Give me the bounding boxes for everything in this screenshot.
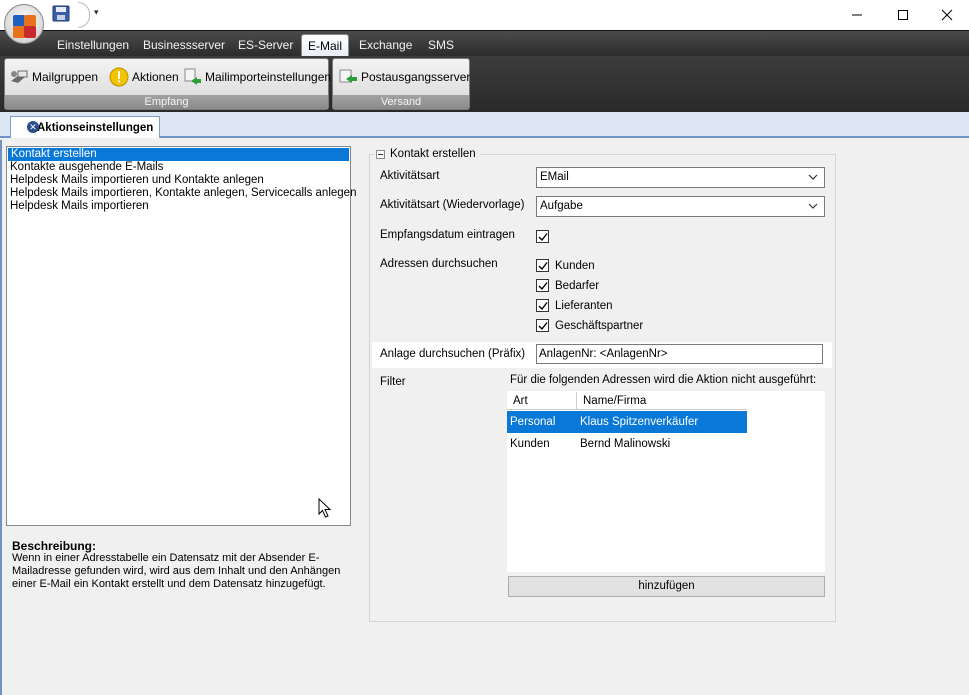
checkmark-icon bbox=[538, 262, 548, 271]
followup-type-value: Aufgabe bbox=[540, 200, 583, 212]
list-item[interactable]: Helpdesk Mails importieren, Kontakte anl… bbox=[7, 187, 356, 200]
receive-date-label: Empfangsdatum eintragen bbox=[380, 229, 515, 241]
geschaeftspartner-label: Geschäftspartner bbox=[555, 320, 644, 332]
table-row[interactable]: Personal Klaus Spitzenverkäufer bbox=[507, 411, 747, 433]
tab-sms[interactable]: SMS bbox=[422, 34, 460, 56]
cell-art: Personal bbox=[510, 416, 556, 428]
outgoing-server-icon bbox=[339, 69, 357, 83]
mailgruppen-label: Mailgruppen bbox=[32, 70, 99, 84]
filter-hint: Für die folgenden Adressen wird die Akti… bbox=[510, 374, 817, 386]
ribbon-group-label-versand: Versand bbox=[333, 95, 469, 109]
description-text: Wenn in einer Adresstabelle ein Datensat… bbox=[12, 552, 341, 590]
close-tab-icon[interactable]: ✕ bbox=[27, 121, 39, 133]
ribbon-group-versand: Postausgangsserver Versand bbox=[332, 58, 470, 110]
activity-type-select[interactable]: EMail bbox=[536, 167, 825, 188]
action-list[interactable]: Kontakt erstellen Kontakte ausgehende E-… bbox=[6, 146, 356, 526]
ribbon-group-empfang: Mailgruppen Aktionen Mailimporteinstellu… bbox=[4, 58, 331, 110]
mailimporteinstellungen-button[interactable]: Mailimporteinstellungen bbox=[182, 65, 331, 89]
lieferanten-label: Lieferanten bbox=[555, 300, 613, 312]
mouse-cursor-icon bbox=[318, 498, 332, 518]
tab-businessserver[interactable]: Businessserver bbox=[137, 34, 231, 56]
column-header-art[interactable]: Art bbox=[507, 392, 577, 410]
list-item[interactable]: Helpdesk Mails importieren und Kontakte … bbox=[7, 174, 350, 187]
maximize-icon bbox=[898, 10, 908, 20]
menu-bar: Einstellungen Businessserver ES-Server E… bbox=[0, 30, 969, 58]
kunden-checkbox[interactable] bbox=[536, 259, 549, 272]
maximize-button[interactable] bbox=[880, 0, 926, 30]
activity-type-value: EMail bbox=[540, 171, 569, 183]
mailimporteinstellungen-label: Mailimporteinstellungen bbox=[205, 70, 332, 84]
list-item[interactable]: Helpdesk Mails importieren bbox=[7, 200, 350, 213]
checkmark-icon bbox=[538, 302, 548, 311]
tab-e-mail[interactable]: E-Mail bbox=[301, 34, 350, 58]
app-menu-orb-icon[interactable] bbox=[4, 4, 44, 44]
checkmark-icon bbox=[538, 322, 548, 331]
column-header-name[interactable]: Name/Firma bbox=[577, 392, 747, 410]
minimize-button[interactable] bbox=[834, 0, 880, 30]
close-window-button[interactable] bbox=[924, 0, 969, 30]
search-addresses-label: Adressen durchsuchen bbox=[380, 258, 498, 270]
mail-groups-icon bbox=[11, 70, 28, 83]
tab-es-server[interactable]: ES-Server bbox=[232, 34, 299, 56]
cell-name: Klaus Spitzenverkäufer bbox=[580, 416, 699, 428]
mailgruppen-button[interactable]: Mailgruppen bbox=[9, 65, 98, 89]
cell-name: Bernd Malinowski bbox=[580, 438, 671, 450]
minimize-icon bbox=[852, 14, 862, 16]
bedarfer-label: Bedarfer bbox=[555, 280, 600, 292]
table-row[interactable]: Kunden Bernd Malinowski bbox=[507, 433, 747, 455]
tab-exchange[interactable]: Exchange bbox=[353, 34, 418, 56]
add-button[interactable]: hinzufügen bbox=[508, 576, 825, 597]
followup-type-select[interactable]: Aufgabe bbox=[536, 196, 825, 217]
receive-date-checkbox[interactable] bbox=[536, 230, 549, 243]
mail-import-icon bbox=[184, 68, 201, 85]
group-title: Kontakt erstellen bbox=[390, 148, 476, 160]
warning-icon bbox=[109, 67, 129, 87]
list-item[interactable]: Kontakt erstellen bbox=[8, 148, 349, 161]
close-icon bbox=[941, 9, 953, 21]
list-item[interactable]: Kontakte ausgehende E-Mails bbox=[7, 161, 350, 174]
quick-access-dropdown-icon[interactable]: ▾ bbox=[94, 7, 99, 18]
postausgangsserver-button[interactable]: Postausgangsserver bbox=[338, 65, 470, 89]
collapse-icon[interactable] bbox=[376, 149, 385, 159]
attachment-prefix-label: Anlage durchsuchen (Präfix) bbox=[380, 348, 526, 360]
checkmark-icon bbox=[538, 233, 548, 242]
grid-header: Art Name/Firma bbox=[507, 392, 747, 410]
postausgangsserver-label: Postausgangsserver bbox=[361, 70, 471, 84]
ribbon-group-label-empfang: Empfang bbox=[5, 95, 328, 109]
chevron-down-icon bbox=[808, 174, 818, 180]
description-title: Beschreibung: bbox=[12, 539, 97, 553]
tab-einstellungen[interactable]: Einstellungen bbox=[51, 34, 135, 56]
activity-type-label: Aktivitätsart bbox=[380, 170, 440, 182]
kunden-label: Kunden bbox=[555, 260, 595, 272]
filter-label: Filter bbox=[380, 376, 406, 388]
cell-art: Kunden bbox=[510, 438, 550, 450]
lieferanten-checkbox[interactable] bbox=[536, 299, 549, 312]
save-icon[interactable] bbox=[52, 5, 72, 23]
followup-type-label: Aktivitätsart (Wiedervorlage) bbox=[380, 199, 525, 211]
geschaeftspartner-checkbox[interactable] bbox=[536, 319, 549, 332]
aktionen-button[interactable]: Aktionen bbox=[109, 65, 179, 89]
ribbon: Mailgruppen Aktionen Mailimporteinstellu… bbox=[0, 56, 969, 112]
aktionen-label: Aktionen bbox=[132, 70, 179, 84]
title-bar bbox=[0, 0, 969, 30]
attachment-prefix-input[interactable]: AnlagenNr: <AnlagenNr> bbox=[536, 344, 823, 364]
group-header: Kontakt erstellen bbox=[374, 148, 480, 160]
checkmark-icon bbox=[538, 282, 548, 291]
chevron-down-icon bbox=[808, 203, 818, 209]
bedarfer-checkbox[interactable] bbox=[536, 279, 549, 292]
